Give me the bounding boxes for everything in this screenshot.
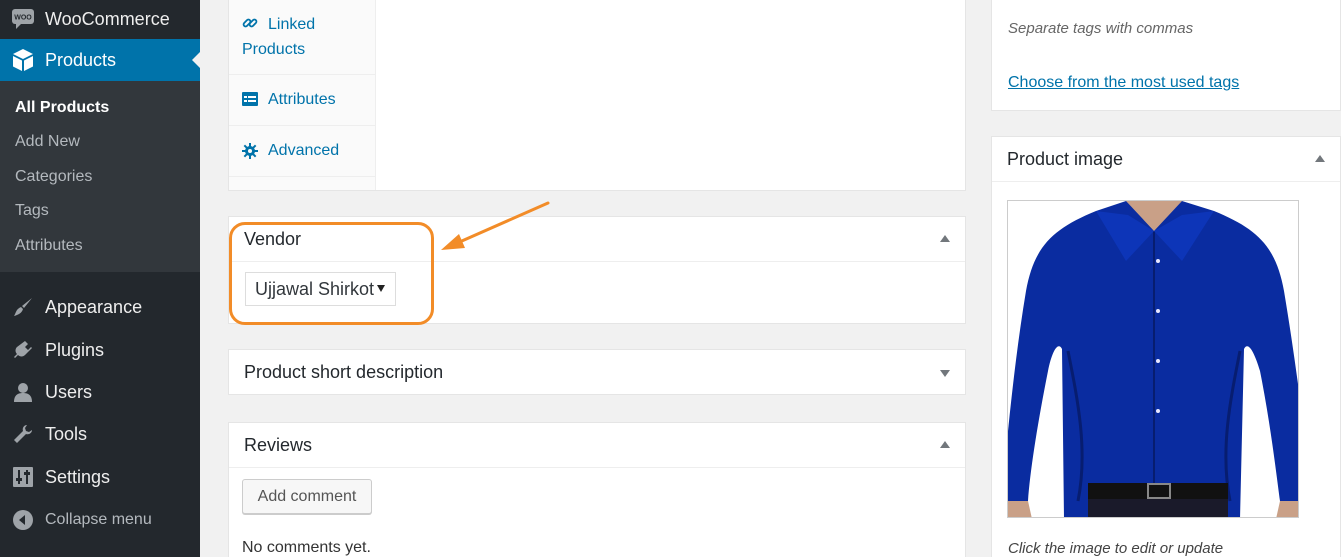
menu-label: Collapse menu bbox=[45, 511, 152, 528]
metabox-title: Reviews bbox=[244, 435, 313, 455]
shirt-photo bbox=[1008, 201, 1298, 517]
tags-hint: Separate tags with commas bbox=[1008, 20, 1194, 37]
collapse-arrow-icon bbox=[11, 508, 35, 532]
tab-linked-products[interactable]: Linked Products bbox=[229, 0, 376, 75]
menu-label: Appearance bbox=[45, 296, 143, 317]
menu-label: Users bbox=[45, 381, 93, 402]
metabox-title: Product image bbox=[1007, 149, 1124, 169]
menu-item-products[interactable]: Products bbox=[0, 39, 200, 81]
menu-item-users[interactable]: Users bbox=[0, 372, 200, 412]
menu-label: Settings bbox=[45, 466, 111, 487]
menu-item-tools[interactable]: Tools bbox=[0, 414, 200, 454]
collapse-toggle-icon[interactable] bbox=[940, 235, 950, 242]
users-icon bbox=[11, 380, 35, 404]
reviews-metabox: Reviews Add comment No comments yet. bbox=[228, 422, 966, 557]
products-submenu: All Products Add New Categories Tags Att… bbox=[0, 81, 200, 272]
annotation-arrow-icon bbox=[441, 201, 550, 250]
product-data-panel: Linked Products Attributes Advanced bbox=[228, 0, 966, 191]
collapse-menu-button[interactable]: Collapse menu bbox=[0, 500, 200, 540]
metabox-title: Product short description bbox=[244, 362, 444, 382]
submenu-categories[interactable]: Categories bbox=[15, 168, 92, 186]
submenu-add-new[interactable]: Add New bbox=[15, 133, 80, 151]
current-menu-pointer bbox=[192, 52, 200, 68]
svg-text:WOO: WOO bbox=[14, 15, 32, 22]
submenu-attributes[interactable]: Attributes bbox=[15, 237, 83, 255]
tab-advanced[interactable]: Advanced bbox=[229, 126, 376, 177]
most-used-tags-link[interactable]: Choose from the most used tags bbox=[1008, 74, 1239, 92]
submenu-tags[interactable]: Tags bbox=[15, 202, 49, 220]
submenu-all-products[interactable]: All Products bbox=[15, 99, 109, 117]
woocommerce-icon: WOO bbox=[11, 7, 35, 31]
metabox-header[interactable]: Reviews bbox=[229, 423, 965, 468]
menu-item-settings[interactable]: Settings bbox=[0, 457, 200, 497]
plugin-icon bbox=[11, 338, 35, 362]
no-comments-text: No comments yet. bbox=[242, 539, 371, 556]
tab-label: Advanced bbox=[268, 142, 340, 159]
paintbrush-icon bbox=[11, 295, 35, 319]
collapse-toggle-icon[interactable] bbox=[1315, 155, 1325, 162]
products-box-icon bbox=[11, 48, 35, 72]
admin-sidebar: WOO WooCommerce Products All Products Ad… bbox=[0, 0, 200, 557]
product-image[interactable] bbox=[1007, 200, 1299, 518]
product-image-hint: Click the image to edit or update bbox=[1008, 540, 1224, 557]
wrench-icon bbox=[11, 422, 35, 446]
annotation-highlight-box bbox=[229, 222, 434, 325]
short-description-metabox: Product short description bbox=[228, 349, 966, 395]
menu-item-plugins[interactable]: Plugins bbox=[0, 330, 200, 370]
add-comment-button[interactable]: Add comment bbox=[242, 479, 372, 514]
tab-label: Linked Products bbox=[242, 16, 316, 58]
menu-label: WooCommerce bbox=[45, 8, 170, 29]
menu-item-appearance[interactable]: Appearance bbox=[0, 287, 200, 327]
metabox-header[interactable]: Product image bbox=[992, 137, 1340, 182]
metabox-header[interactable]: Product short description bbox=[229, 350, 965, 395]
menu-label: Plugins bbox=[45, 339, 105, 360]
product-data-tabs: Linked Products Attributes Advanced bbox=[229, 0, 376, 190]
expand-toggle-icon[interactable] bbox=[940, 370, 950, 377]
gear-icon bbox=[242, 143, 258, 159]
product-tags-metabox: Separate tags with commas Choose from th… bbox=[991, 0, 1341, 111]
collapse-toggle-icon[interactable] bbox=[940, 441, 950, 448]
tab-attributes[interactable]: Attributes bbox=[229, 75, 376, 126]
settings-sliders-icon bbox=[11, 465, 35, 489]
menu-item-woocommerce[interactable]: WOO WooCommerce bbox=[0, 0, 200, 38]
menu-label: Tools bbox=[45, 423, 88, 444]
menu-label: Products bbox=[45, 49, 117, 70]
list-icon bbox=[242, 92, 258, 108]
tab-label: Attributes bbox=[268, 91, 336, 108]
product-image-metabox: Product image Click the image to edit or… bbox=[991, 136, 1341, 557]
